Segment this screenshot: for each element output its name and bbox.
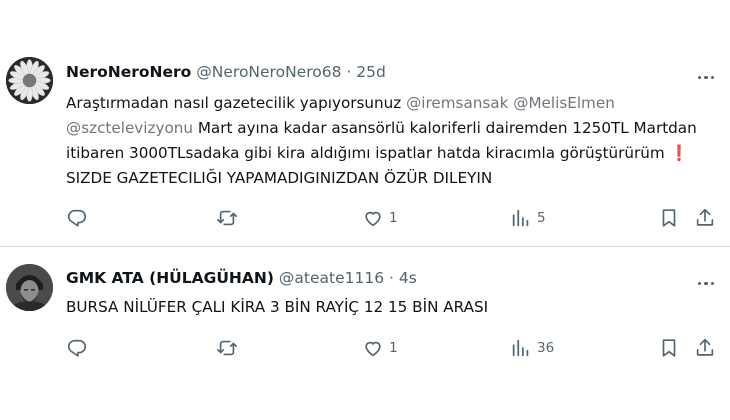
separator: · (389, 269, 394, 287)
like-count: 1 (389, 210, 398, 226)
share-button[interactable] (694, 206, 716, 230)
view-count: 36 (537, 340, 555, 356)
bookmark-icon (662, 209, 676, 227)
heart-icon (365, 211, 381, 227)
tweet-header: NeroNeroNero @NeroNeroNero68 · 25d (66, 63, 386, 81)
timestamp[interactable]: 25d (356, 63, 386, 81)
share-icon (696, 208, 714, 226)
repost-button[interactable] (216, 206, 243, 230)
exclamation-emoji: ❗ (669, 144, 689, 162)
reply-icon (67, 209, 87, 227)
more-options-button[interactable] (696, 64, 716, 79)
mention-link[interactable]: @szctelevizyonu (66, 119, 193, 137)
share-icon (696, 338, 714, 356)
view-count: 5 (537, 210, 546, 226)
bookmark-button[interactable] (658, 206, 680, 230)
tweet-actions: 1 5 (66, 206, 726, 230)
views-button[interactable]: 5 (510, 206, 546, 230)
daisy-flower-icon (6, 57, 53, 104)
heart-icon (365, 341, 381, 357)
more-options-button[interactable] (696, 270, 716, 285)
tweet-text: Araştırmadan nasıl gazetecilik yapıyorsu… (66, 91, 716, 191)
more-horizontal-icon (697, 281, 701, 285)
tweet[interactable]: NeroNeroNero @NeroNeroNero68 · 25d Araşt… (0, 0, 730, 246)
tweet-actions: 1 36 (66, 336, 726, 360)
avatar[interactable] (6, 264, 53, 311)
timestamp[interactable]: 4s (399, 269, 417, 287)
reply-button[interactable] (66, 336, 93, 360)
tweet-text-part: SIZDE GAZETECILIĞI YAPAMADIGINIZDAN ÖZÜR… (66, 169, 493, 187)
views-button[interactable]: 36 (510, 336, 554, 360)
repost-button[interactable] (216, 336, 243, 360)
like-count: 1 (389, 340, 398, 356)
tweet-text-part: BURSA NİLÜFER ÇALI KİRA 3 BİN RAYİÇ 12 1… (66, 298, 489, 316)
more-horizontal-icon (697, 75, 701, 79)
share-button[interactable] (694, 336, 716, 360)
bookmark-icon (662, 339, 676, 357)
reply-icon (67, 339, 87, 357)
tweet-text: BURSA NİLÜFER ÇALI KİRA 3 BİN RAYİÇ 12 1… (66, 295, 716, 320)
display-name[interactable]: NeroNeroNero (66, 63, 191, 81)
like-button[interactable]: 1 (362, 206, 398, 230)
repost-icon (217, 340, 237, 356)
mention-link[interactable]: @iremsansak (406, 94, 508, 112)
display-name[interactable]: GMK ATA (HÜLAGÜHAN) (66, 269, 274, 287)
like-button[interactable]: 1 (362, 336, 398, 360)
bookmark-button[interactable] (658, 336, 680, 360)
views-icon (512, 209, 529, 227)
tweet-header: GMK ATA (HÜLAGÜHAN) @ateate1116 · 4s (66, 269, 417, 287)
tweet[interactable]: GMK ATA (HÜLAGÜHAN) @ateate1116 · 4s BUR… (0, 247, 730, 420)
repost-icon (217, 210, 237, 226)
separator: · (346, 63, 352, 81)
reply-button[interactable] (66, 206, 93, 230)
handle[interactable]: @NeroNeroNero68 (196, 63, 341, 81)
handle[interactable]: @ateate1116 (279, 269, 384, 287)
views-icon (512, 339, 529, 357)
portrait-icon (6, 264, 53, 311)
avatar[interactable] (6, 57, 53, 104)
mention-link[interactable]: @MelisElmen (513, 94, 615, 112)
tweet-text-part: Araştırmadan nasıl gazetecilik yapıyorsu… (66, 94, 407, 112)
